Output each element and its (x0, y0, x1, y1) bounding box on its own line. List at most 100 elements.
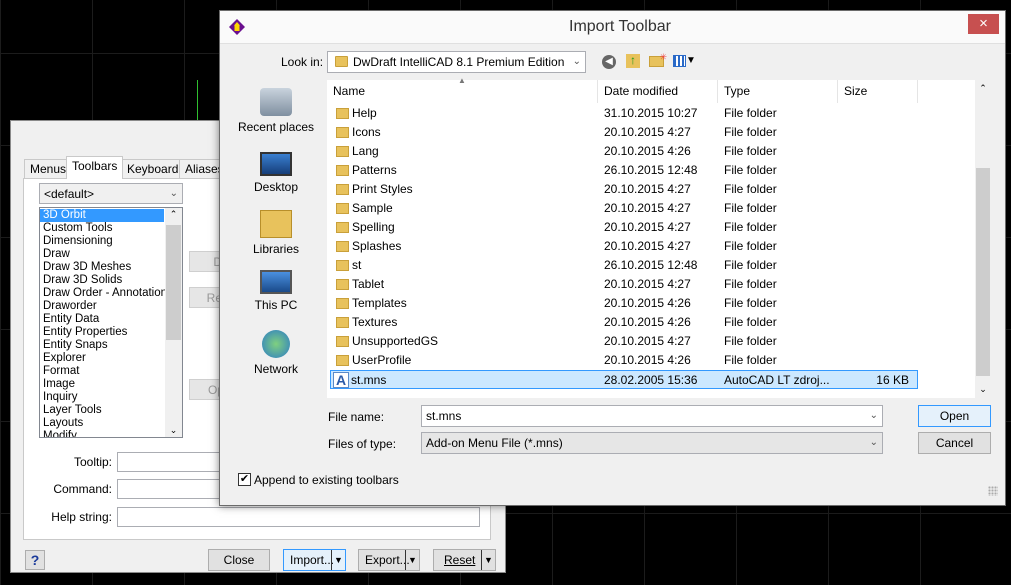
column-header-date[interactable]: Date modified (598, 80, 718, 103)
file-row[interactable]: Ast.mns 28.02.2005 15:36 AutoCAD LT zdroj.… (330, 370, 918, 389)
place-network[interactable]: Network (232, 330, 320, 376)
file-list-scrollbar[interactable]: ⌃ ⌄ (975, 80, 991, 398)
file-name-label: File name: (328, 410, 385, 424)
file-row[interactable]: Splashes 20.10.2015 4:27 File folder (331, 237, 917, 256)
column-header-type[interactable]: Type (718, 80, 838, 103)
scroll-down-icon[interactable]: ⌄ (165, 425, 182, 436)
toolbar-list-item[interactable]: Layer Tools (40, 404, 182, 417)
toolbar-list-item[interactable]: Custom Tools (40, 222, 182, 235)
file-row[interactable]: Patterns 26.10.2015 12:48 File folder (331, 161, 917, 180)
file-type: File folder (724, 201, 777, 215)
file-date: 26.10.2015 12:48 (604, 258, 698, 272)
open-button[interactable]: Open (918, 405, 991, 427)
tab-keyboard[interactable]: Keyboard (121, 159, 185, 178)
file-type-select[interactable]: Add-on Menu File (*.mns) ⌄ (421, 432, 883, 454)
column-header-size[interactable]: Size (838, 80, 918, 103)
dropdown-arrow-icon[interactable]: ▼ (481, 550, 495, 570)
place-libraries[interactable]: Libraries (232, 210, 320, 256)
file-row[interactable]: Templates 20.10.2015 4:26 File folder (331, 294, 917, 313)
toolbar-list-item[interactable]: Draw (40, 248, 182, 261)
export-button[interactable]: Export... ▼ (358, 549, 420, 571)
file-name: Splashes (352, 239, 402, 253)
file-date: 20.10.2015 4:27 (604, 182, 691, 196)
file-name: Lang (352, 144, 379, 158)
tab-toolbars[interactable]: Toolbars (66, 156, 124, 179)
resize-grip-icon[interactable] (988, 486, 998, 496)
place-this-pc[interactable]: This PC (232, 270, 320, 312)
file-row[interactable]: Textures 20.10.2015 4:26 File folder (331, 313, 917, 332)
reset-button[interactable]: Reset ▼ (433, 549, 496, 571)
file-row[interactable]: UserProfile 20.10.2015 4:26 File folder (331, 351, 917, 370)
toolbar-list-item[interactable]: Draw 3D Solids (40, 274, 182, 287)
file-type: File folder (724, 353, 777, 367)
file-name: Spelling (352, 220, 395, 234)
toolbar-list-item[interactable]: Draworder (40, 300, 182, 313)
scroll-down-icon[interactable]: ⌄ (975, 384, 991, 395)
file-row[interactable]: Print Styles 20.10.2015 4:27 File folder (331, 180, 917, 199)
chevron-down-icon[interactable]: ⌄ (870, 406, 878, 426)
toolbar-list[interactable]: 3D Orbit Custom Tools Dimensioning Draw Draw… (39, 207, 183, 438)
file-row[interactable]: Spelling 20.10.2015 4:27 File folder (331, 218, 917, 237)
file-type: File folder (724, 125, 777, 139)
append-checkbox[interactable]: ✔ (238, 473, 251, 486)
toolbar-list-item[interactable]: Dimensioning (40, 235, 182, 248)
toolbar-set-select[interactable]: <default> ⌄ (39, 183, 183, 204)
cad-line (197, 80, 198, 120)
file-type: File folder (724, 144, 777, 158)
help-string-input[interactable] (117, 507, 480, 527)
file-row[interactable]: Tablet 20.10.2015 4:27 File folder (331, 275, 917, 294)
file-row[interactable]: Help 31.10.2015 10:27 File folder (331, 104, 917, 123)
command-input[interactable] (117, 479, 227, 499)
file-row[interactable]: Icons 20.10.2015 4:27 File folder (331, 123, 917, 142)
file-row[interactable]: Sample 20.10.2015 4:27 File folder (331, 199, 917, 218)
toolbar-list-item[interactable]: Format (40, 365, 182, 378)
up-folder-icon[interactable]: ↑ (626, 54, 640, 68)
scroll-up-icon[interactable]: ⌃ (975, 83, 991, 94)
file-type-value: Add-on Menu File (*.mns) (426, 436, 563, 450)
view-menu-icon[interactable]: ▼ (673, 55, 697, 69)
tab-menus[interactable]: Menus (24, 159, 73, 178)
toolbar-list-item[interactable]: 3D Orbit (40, 209, 164, 222)
tooltip-input[interactable] (117, 452, 227, 472)
folder-icon (336, 355, 349, 366)
toolbar-list-item[interactable]: Entity Snaps (40, 339, 182, 352)
file-name: Sample (352, 201, 393, 215)
toolbar-list-item[interactable]: Image (40, 378, 182, 391)
toolbar-list-scrollbar[interactable]: ⌃ ⌄ (165, 208, 182, 437)
close-button[interactable]: Close (208, 549, 270, 571)
place-recent[interactable]: Recent places (232, 88, 320, 134)
dropdown-arrow-icon[interactable]: ▼ (405, 550, 419, 570)
file-name: st (352, 258, 362, 272)
toolbar-list-item[interactable]: Draw 3D Meshes (40, 261, 182, 274)
file-row[interactable]: st 26.10.2015 12:48 File folder (331, 256, 917, 275)
cancel-button[interactable]: Cancel (918, 432, 991, 454)
file-type: File folder (724, 163, 777, 177)
file-row[interactable]: UnsupportedGS 20.10.2015 4:27 File folder (331, 332, 917, 351)
app-icon (229, 19, 245, 35)
export-label: Export... (365, 553, 410, 567)
toolbar-list-item[interactable]: Layouts (40, 417, 182, 430)
toolbar-list-item[interactable]: Inquiry (40, 391, 182, 404)
toolbar-list-item[interactable]: Entity Data (40, 313, 182, 326)
append-label[interactable]: Append to existing toolbars (254, 473, 399, 487)
file-type-label: Files of type: (328, 437, 397, 451)
import-button[interactable]: Import... ▼ (283, 549, 346, 571)
dropdown-arrow-icon[interactable]: ▼ (331, 550, 345, 570)
file-row[interactable]: Lang 20.10.2015 4:26 File folder (331, 142, 917, 161)
toolbar-list-item[interactable]: Entity Properties (40, 326, 182, 339)
file-name-input[interactable]: st.mns ⌄ (421, 405, 883, 427)
back-icon[interactable]: ◀ (602, 55, 616, 69)
folder-icon (336, 165, 349, 176)
close-window-button[interactable]: × (968, 14, 999, 34)
toolbar-list-item[interactable]: Modify (40, 430, 182, 437)
scroll-up-icon[interactable]: ⌃ (165, 209, 182, 220)
place-desktop[interactable]: Desktop (232, 152, 320, 194)
folder-icon (336, 203, 349, 214)
look-in-select[interactable]: DwDraft IntelliCAD 8.1 Premium Edition ⌄ (327, 51, 586, 73)
new-folder-icon[interactable]: ✳ (649, 52, 667, 67)
toolbar-list-item[interactable]: Explorer (40, 352, 182, 365)
help-button[interactable]: ? (25, 550, 45, 570)
file-date: 20.10.2015 4:27 (604, 125, 691, 139)
libraries-icon (260, 210, 292, 238)
toolbar-list-item[interactable]: Draw Order - Annotation (40, 287, 182, 300)
